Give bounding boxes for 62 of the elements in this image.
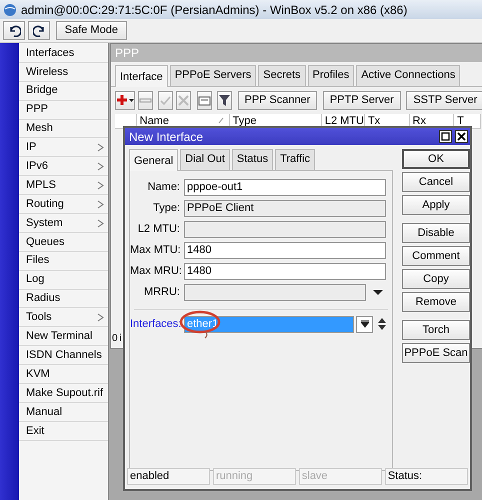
status-field: slave	[298, 468, 382, 485]
dialog-button[interactable]: OK	[402, 149, 470, 169]
redo-icon	[32, 24, 46, 37]
dialog-button[interactable]: Disable	[402, 223, 470, 243]
tab[interactable]: General	[129, 149, 178, 170]
field-label: Name:	[146, 180, 181, 195]
tab[interactable]: Status	[232, 149, 274, 170]
undo-button[interactable]	[3, 21, 25, 40]
input-field[interactable]: 1480	[184, 262, 386, 280]
field-label: Max MRU:	[130, 264, 183, 279]
safe-mode-button[interactable]: Safe Mode	[56, 21, 127, 40]
input-field[interactable]: 1480	[184, 242, 386, 258]
undo-icon	[8, 24, 20, 37]
cross-icon	[177, 94, 190, 106]
dialog-button[interactable]: Apply	[402, 195, 470, 215]
dialog-button[interactable]: Comment	[402, 246, 470, 266]
field-label: Type:	[152, 200, 181, 216]
filter-icon	[218, 94, 231, 106]
field-label: MRRU:	[142, 284, 181, 300]
toolbar-button[interactable]: PPTP Server	[322, 90, 401, 110]
close-button[interactable]	[455, 130, 468, 143]
status-field: Status:	[384, 468, 468, 485]
dialog-button[interactable]: Copy	[402, 269, 470, 289]
dialog-button[interactable]: Cancel	[402, 172, 470, 192]
toolbar-button[interactable]: PPP Scanner	[238, 90, 318, 110]
tab[interactable]: Profiles	[308, 65, 354, 86]
check-icon	[159, 94, 172, 106]
maximize-icon	[441, 132, 450, 141]
close-icon	[457, 132, 466, 141]
tab[interactable]: Traffic	[275, 149, 316, 170]
tab[interactable]: Active Connections	[356, 65, 460, 86]
window-title: admin@00:0C:29:71:5C:0F (PersianAdmins) - WinBox v5.2 on x86 (x86)	[21, 2, 408, 18]
note-icon	[198, 94, 210, 106]
tab[interactable]: Secrets	[258, 65, 306, 86]
status-field: enabled	[127, 468, 210, 485]
field-label: Max MTU:	[130, 242, 182, 258]
dialog-button[interactable]: Torch	[402, 320, 470, 340]
app-icon	[3, 2, 17, 16]
dialog-title: New Interface	[129, 128, 204, 146]
status-field: running	[212, 468, 296, 485]
field-label: L2 MTU:	[136, 222, 181, 237]
remove-button[interactable]	[138, 90, 153, 110]
window-title: PPP	[111, 44, 482, 62]
toolbar-button[interactable]: SSTP Server	[406, 90, 482, 110]
dropdown-button[interactable]	[356, 316, 373, 332]
input-field[interactable]: pppoe-out1	[184, 178, 386, 196]
up-down-icon[interactable]	[378, 318, 386, 330]
sort-icon	[218, 116, 225, 124]
dialog-button[interactable]: PPPoE Scan	[402, 343, 470, 363]
tab[interactable]: Dial Out	[180, 149, 230, 170]
field-label: Interfaces:	[130, 316, 182, 332]
plus-icon	[116, 94, 134, 106]
tab[interactable]: PPPoE Servers	[170, 65, 256, 86]
filter-button[interactable]	[217, 90, 232, 110]
maximize-button[interactable]	[439, 130, 452, 143]
dropdown-arrow-icon	[360, 320, 368, 328]
status-text: 0 i	[112, 332, 122, 346]
redo-button[interactable]	[28, 21, 50, 40]
tab[interactable]: Interface	[115, 65, 168, 86]
comment-button[interactable]	[196, 90, 212, 110]
add-button[interactable]	[115, 90, 135, 110]
dialog-button[interactable]: Remove	[402, 292, 470, 312]
